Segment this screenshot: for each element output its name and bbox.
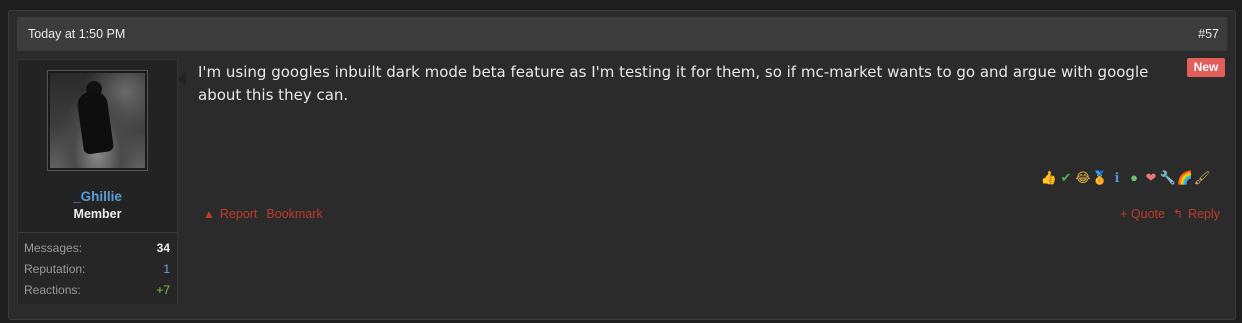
bookmark-button[interactable]: Bookmark [266, 207, 322, 221]
quote-label: + Quote [1120, 207, 1165, 221]
stat-reputation: Reputation: 1 [24, 262, 170, 276]
check-icon[interactable]: ✔ [1058, 170, 1074, 186]
info-icon[interactable]: ℹ [1109, 170, 1125, 186]
new-badge: New [1187, 58, 1225, 77]
post-date[interactable]: Today at 1:50 PM [28, 27, 125, 41]
laugh-icon[interactable]: 😂 [1075, 170, 1091, 186]
reply-icon: ↰ [1172, 207, 1184, 221]
username-link[interactable]: _Ghillie [18, 189, 177, 204]
post-number-link[interactable]: #57 [1198, 27, 1219, 41]
avatar[interactable] [47, 70, 148, 171]
post-message: I'm using googles inbuilt dark mode beta… [198, 63, 1149, 104]
reply-button[interactable]: ↰ Reply [1173, 207, 1220, 221]
warning-icon: ▲ [203, 207, 215, 221]
reply-label: Reply [1188, 207, 1220, 221]
bookmark-label: Bookmark [266, 207, 323, 221]
post-actions-right: + Quote ↰ Reply [1120, 207, 1220, 221]
wrench-icon[interactable]: 🔧 [1160, 170, 1176, 186]
quote-button[interactable]: + Quote [1120, 207, 1165, 221]
agree-icon[interactable]: ● [1126, 170, 1142, 186]
user-title: Member [73, 207, 122, 221]
user-panel-arrow [178, 71, 186, 87]
user-stats: Messages: 34 Reputation: 1 Reactions: +7 [18, 232, 177, 304]
heart-icon[interactable]: ❤ [1143, 170, 1159, 186]
thumbs-up-icon[interactable]: 👍 [1041, 170, 1057, 186]
report-button[interactable]: ▲ Report [203, 207, 257, 221]
report-label: Report [219, 207, 258, 221]
stat-reactions: Reactions: +7 [24, 283, 170, 297]
post-actions-left: ▲ Report Bookmark [203, 207, 323, 221]
user-panel: _Ghillie Member Messages: 34 Reputation:… [17, 59, 178, 304]
brush-icon[interactable]: 🖌 [1194, 170, 1211, 186]
reactions-bar: 👍 ✔ 😂 🏅 ℹ ● ❤ 🔧 🌈 🖌 [1041, 170, 1210, 186]
medal-icon[interactable]: 🏅 [1092, 170, 1108, 186]
stat-messages: Messages: 34 [24, 241, 170, 255]
post-header: Today at 1:50 PM #57 [17, 17, 1227, 51]
forum-post: Today at 1:50 PM #57 _Ghillie Member Mes… [8, 10, 1236, 320]
rainbow-icon[interactable]: 🌈 [1177, 170, 1193, 186]
avatar-image [50, 73, 145, 168]
